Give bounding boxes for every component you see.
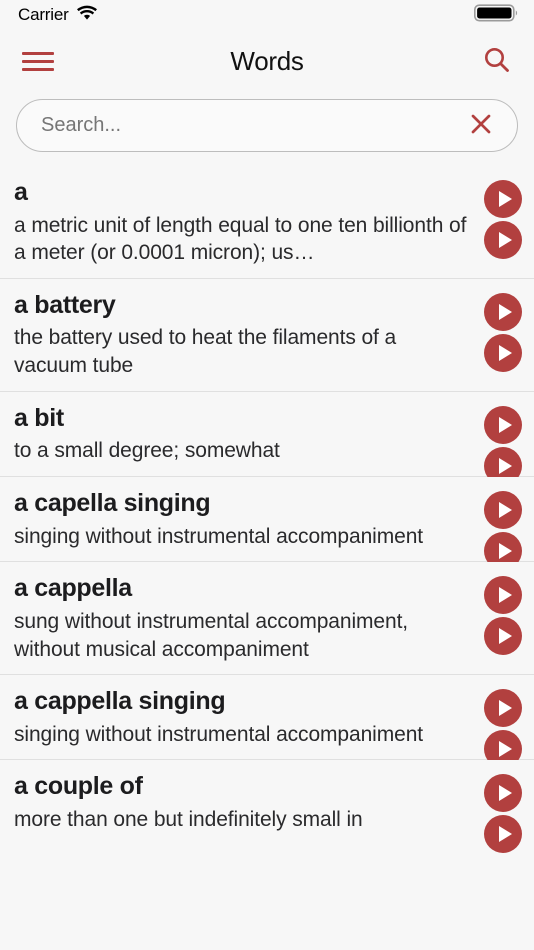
word-definition: the battery used to heat the filaments o… [14, 326, 397, 378]
table-row[interactable]: a battery the battery used to heat the f… [0, 278, 534, 392]
play-term-audio-button[interactable] [484, 292, 522, 331]
status-bar-left: Carrier [18, 5, 98, 26]
word-term: a [14, 178, 28, 206]
search-field[interactable] [16, 99, 518, 152]
audio-buttons [484, 180, 524, 259]
play-circle-icon [498, 543, 512, 560]
table-row[interactable]: a couple of more than one but indefinite… [0, 760, 534, 854]
table-row[interactable]: a a metric unit of length equal to one t… [0, 166, 534, 279]
word-definition: sung without instrumental accompaniment,… [14, 609, 409, 661]
word-term: a cappella [14, 574, 132, 603]
play-circle-icon [498, 628, 512, 645]
audio-buttons [484, 774, 524, 854]
word-term: a cappella singing [14, 687, 226, 716]
play-term-audio-button[interactable] [484, 180, 522, 218]
battery-full-icon [474, 3, 520, 28]
play-term-audio-button[interactable] [484, 491, 522, 530]
word-definition: a metric unit of length equal to one ten… [14, 213, 467, 265]
play-term-audio-button[interactable] [484, 689, 522, 728]
app-screen: Carrier Words Search... a a metric unit … [0, 0, 534, 950]
word-term: a battery [14, 290, 116, 319]
carrier-label: Carrier [18, 5, 69, 24]
play-term-audio-button[interactable] [484, 774, 522, 813]
play-circle-icon [498, 785, 512, 802]
search-input[interactable] [41, 100, 465, 151]
audio-buttons [484, 405, 524, 485]
table-row[interactable]: a capella singing singing without instru… [0, 477, 534, 571]
hamburger-bar-2 [22, 59, 54, 63]
word-definition: more than one but indefinitely small in [14, 807, 363, 831]
word-list[interactable]: a a metric unit of length equal to one t… [0, 166, 534, 950]
play-circle-icon [498, 232, 512, 248]
play-definition-audio-button[interactable] [484, 815, 522, 854]
play-circle-icon [498, 741, 512, 758]
word-definition: to a small degree; somewhat [14, 439, 280, 463]
table-row[interactable]: a cappella singing singing without instr… [0, 675, 534, 769]
search-bar-container [0, 92, 534, 166]
audio-buttons [484, 292, 524, 372]
play-circle-icon [498, 457, 512, 474]
play-circle-icon [498, 303, 512, 320]
play-definition-audio-button[interactable] [484, 221, 522, 259]
play-term-audio-button[interactable] [484, 576, 522, 615]
play-circle-icon [498, 502, 512, 519]
hamburger-menu-button[interactable] [22, 44, 62, 78]
table-row[interactable]: a cappella sung without instrumental acc… [0, 562, 534, 676]
word-term: a capella singing [14, 489, 211, 518]
play-circle-icon [498, 587, 512, 604]
word-term: a bit [14, 403, 64, 432]
clear-search-button[interactable] [465, 110, 497, 142]
play-definition-audio-button[interactable] [484, 333, 522, 372]
table-row[interactable]: a bit to a small degree; somewhat [0, 391, 534, 485]
word-definition: singing without instrumental accompanime… [14, 722, 424, 746]
play-circle-icon [498, 344, 512, 361]
play-circle-icon [498, 416, 512, 433]
hamburger-bar-1 [22, 51, 54, 55]
play-circle-icon [498, 826, 512, 843]
search-icon [481, 44, 513, 79]
play-term-audio-button[interactable] [484, 405, 522, 444]
play-circle-icon [498, 700, 512, 717]
search-button[interactable] [478, 42, 516, 80]
audio-buttons [484, 689, 524, 769]
status-bar: Carrier [0, 0, 534, 30]
play-definition-audio-button[interactable] [484, 617, 522, 656]
hamburger-bar-3 [22, 67, 54, 71]
play-circle-icon [498, 191, 512, 207]
page-title: Words [230, 45, 304, 76]
wifi-icon [76, 5, 98, 26]
word-term: a couple of [14, 772, 143, 801]
audio-buttons [484, 491, 524, 571]
status-bar-right [474, 3, 520, 28]
close-x-icon [467, 110, 495, 141]
word-definition: singing without instrumental accompanime… [14, 524, 424, 548]
navigation-bar: Words [0, 30, 534, 92]
audio-buttons [484, 576, 524, 656]
